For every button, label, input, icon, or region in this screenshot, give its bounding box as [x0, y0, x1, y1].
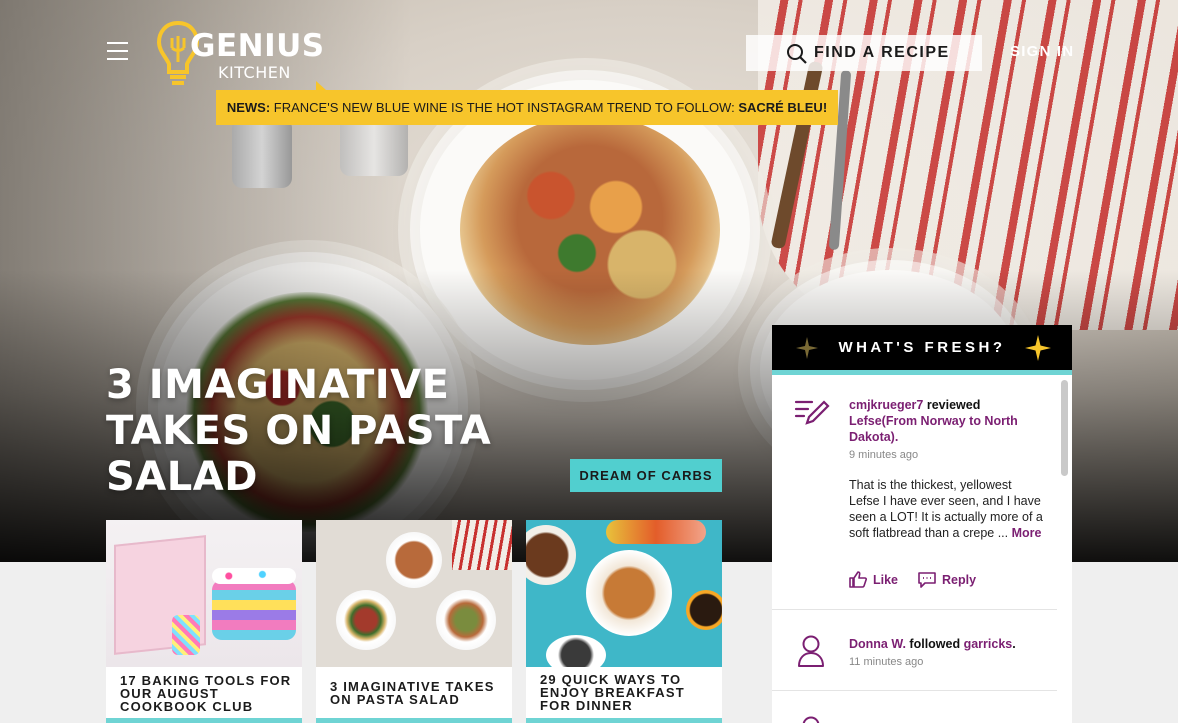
sprinkles-top: [212, 568, 296, 584]
card-image-cake: [106, 520, 302, 667]
sparkle-icon: [1025, 335, 1051, 361]
dream-of-carbs-tag[interactable]: DREAM OF CARBS: [570, 459, 722, 492]
feed-review-body: That is the thickest, yellowest Lefse I …: [849, 477, 1045, 541]
thumbs-up-icon: [849, 571, 867, 588]
card-title: 17 BAKING TOOLS FOR OUR AUGUST COOKBOOK …: [120, 673, 292, 714]
feed-user-link[interactable]: Donna W.: [849, 637, 906, 651]
card-baking-tools[interactable]: 17 BAKING TOOLS FOR OUR AUGUST COOKBOOK …: [106, 520, 302, 723]
news-suffix: SACRÉ BLEU!: [738, 100, 828, 115]
news-banner[interactable]: NEWS: FRANCE'S NEW BLUE WINE IS THE HOT …: [216, 81, 838, 125]
news-prefix: NEWS:: [226, 100, 271, 115]
mini-towel: [452, 520, 512, 570]
feed-actions: Like Reply: [849, 571, 976, 588]
mini-bowl: [526, 525, 576, 585]
like-label: Like: [873, 572, 899, 587]
feed-target-end: .: [1012, 637, 1016, 651]
like-button[interactable]: Like: [849, 571, 898, 588]
mini-fruit: [606, 520, 706, 544]
card-accent-bar: [106, 718, 302, 723]
sparkle-icon: [796, 337, 818, 359]
mini-coffee: [686, 590, 722, 630]
whats-fresh-title: WHAT'S FRESH?: [838, 339, 1006, 356]
feed-divider: [772, 609, 1057, 610]
news-text: FRANCE'S NEW BLUE WINE IS THE HOT INSTAG…: [270, 100, 739, 115]
sprinkle-jar: [172, 615, 200, 655]
whats-fresh-panel: WHAT'S FRESH? cmjkrueger7 reviewed Lefse…: [772, 325, 1072, 723]
logo-subtext: KITCHEN: [218, 63, 291, 82]
feed-target-link[interactable]: garricks: [964, 637, 1013, 651]
card-pasta-salad[interactable]: 3 IMAGINATIVE TAKES ON PASTA SALAD: [316, 520, 512, 723]
feed-user-link[interactable]: cmjkrueger7: [849, 398, 923, 412]
mini-waffle-plate: [586, 550, 672, 636]
sign-in-link[interactable]: SIGN IN: [1010, 43, 1074, 60]
find-recipe-label: FIND A RECIPE: [814, 44, 950, 61]
mini-plate-3: [436, 590, 496, 650]
logo-text: GENIUS: [190, 28, 325, 64]
reply-label: Reply: [942, 572, 977, 587]
person-icon: [798, 635, 824, 667]
person-icon: [802, 716, 820, 723]
feed-divider: [772, 690, 1057, 691]
comment-icon: [918, 571, 936, 588]
card-title: 29 QUICK WAYS TO ENJOY BREAKFAST FOR DIN…: [540, 672, 685, 713]
mini-plate-bottom: [546, 635, 606, 667]
feed-timestamp: 11 minutes ago: [849, 656, 924, 668]
feed-item-text: Donna W. followed garricks. 11 minutes a…: [849, 636, 1045, 670]
feed-action: followed: [905, 637, 964, 651]
menu-icon[interactable]: [107, 42, 128, 60]
whats-fresh-header: WHAT'S FRESH?: [772, 325, 1072, 370]
feed-target-link[interactable]: Lefse(From Norway to North Dakota): [849, 414, 1018, 444]
card-accent-bar: [316, 718, 512, 723]
more-link[interactable]: More: [1012, 526, 1042, 540]
feed-action: reviewed: [923, 398, 981, 412]
card-accent-bar: [526, 718, 722, 723]
feed-target-end: .: [894, 430, 899, 444]
mini-plate-2: [336, 590, 396, 650]
review-pencil-icon: [794, 400, 830, 425]
reply-button[interactable]: Reply: [918, 571, 976, 588]
mini-plate-1: [386, 532, 442, 588]
site-logo[interactable]: GENIUS KITCHEN: [156, 20, 331, 90]
card-breakfast-dinner[interactable]: 29 QUICK WAYS TO ENJOY BREAKFAST FOR DIN…: [526, 520, 722, 723]
hero-headline[interactable]: 3 IMAGINATIVE TAKES ON PASTA SALAD: [106, 362, 526, 500]
card-image-breakfast: [526, 520, 722, 667]
activity-feed[interactable]: cmjkrueger7 reviewed Lefse(From Norway t…: [772, 375, 1072, 723]
card-image-pasta: [316, 520, 512, 667]
find-recipe-button[interactable]: FIND A RECIPE: [746, 35, 982, 71]
feed-timestamp: 9 minutes ago: [849, 449, 919, 461]
feed-item-text: cmjkrueger7 reviewed Lefse(From Norway t…: [849, 397, 1045, 541]
feed-scrollbar[interactable]: [1061, 380, 1068, 476]
cake-image: [212, 580, 296, 640]
search-icon: [787, 44, 807, 64]
card-title: 3 IMAGINATIVE TAKES ON PASTA SALAD: [330, 679, 495, 707]
